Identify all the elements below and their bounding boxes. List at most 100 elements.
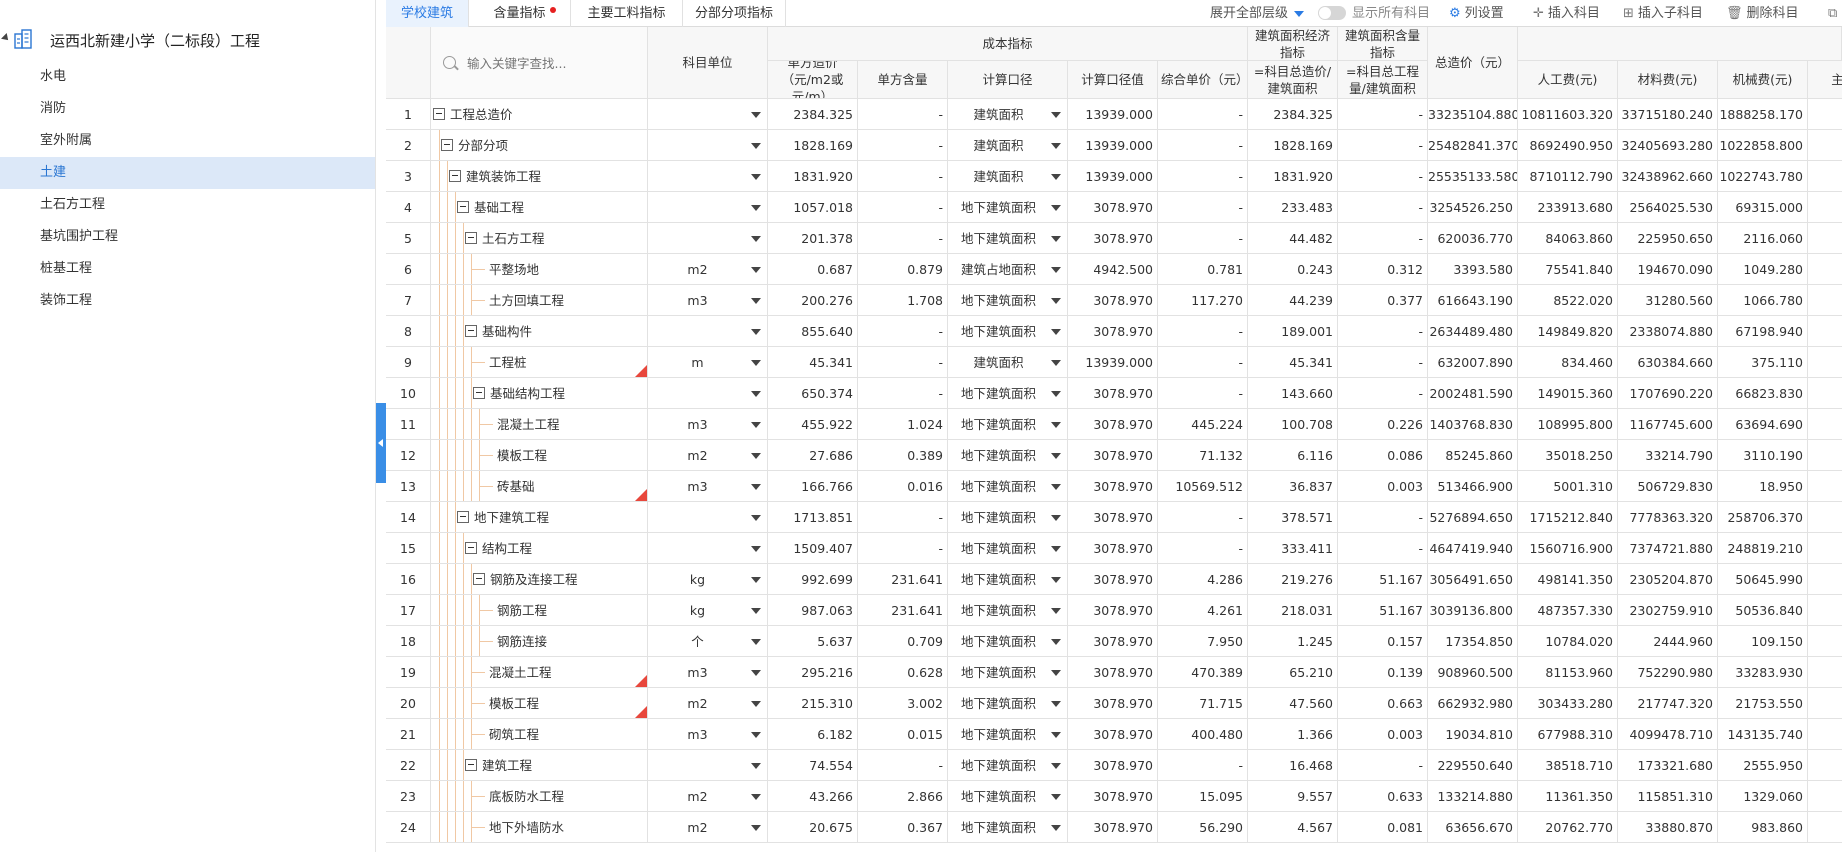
calc-basis-select[interactable]: 地下建筑面积 <box>948 781 1068 812</box>
collapse-node-icon[interactable] <box>441 139 453 151</box>
chevron-down-icon[interactable] <box>1051 298 1061 304</box>
unit-select[interactable]: kg <box>648 564 768 595</box>
collapse-node-icon[interactable] <box>465 759 477 771</box>
calc-basis-select[interactable]: 地下建筑面积 <box>948 812 1068 843</box>
chevron-down-icon[interactable] <box>1051 577 1061 583</box>
chevron-down-icon[interactable] <box>1051 825 1061 831</box>
insert-child-button[interactable]: ⊞ 插入子科目 <box>1623 0 1703 27</box>
unit-select[interactable]: m2 <box>648 812 768 843</box>
unit-select[interactable] <box>648 223 768 254</box>
chevron-down-icon[interactable] <box>751 546 761 552</box>
unit-select[interactable] <box>648 130 768 161</box>
chevron-down-icon[interactable] <box>751 453 761 459</box>
item-name[interactable]: 底板防水工程 <box>489 781 564 811</box>
unit-select[interactable]: m3 <box>648 657 768 688</box>
project-node[interactable]: 运西北新建小学（二标段）工程 <box>0 24 375 54</box>
collapse-node-icon[interactable] <box>449 170 461 182</box>
chevron-down-icon[interactable] <box>1051 484 1061 490</box>
tab-2[interactable]: 含量指标 <box>469 0 571 27</box>
unit-select[interactable]: m3 <box>648 285 768 316</box>
unit-select[interactable]: kg <box>648 595 768 626</box>
unit-select[interactable]: m3 <box>648 409 768 440</box>
sidebar-item[interactable]: 基坑围护工程 <box>0 221 375 253</box>
sidebar-item[interactable]: 土建 <box>0 157 375 189</box>
show-all-toggle[interactable] <box>1318 6 1346 20</box>
item-name[interactable]: 混凝土工程 <box>497 409 560 439</box>
calc-basis-select[interactable]: 地下建筑面积 <box>948 719 1068 750</box>
chevron-down-icon[interactable] <box>751 298 761 304</box>
search-input[interactable] <box>467 53 647 73</box>
calc-basis-select[interactable]: 地下建筑面积 <box>948 564 1068 595</box>
item-name[interactable]: 模板工程 <box>489 688 539 718</box>
item-name[interactable]: 分部分项 <box>458 130 508 160</box>
expand-all-levels-button[interactable]: 展开全部层级 <box>1210 0 1305 27</box>
chevron-down-icon[interactable] <box>751 329 761 335</box>
collapse-node-icon[interactable] <box>457 511 469 523</box>
sidebar-item[interactable]: 室外附属 <box>0 125 375 157</box>
chevron-down-icon[interactable] <box>751 360 761 366</box>
chevron-down-icon[interactable] <box>1051 143 1061 149</box>
unit-select[interactable]: 个 <box>648 626 768 657</box>
chevron-down-icon[interactable] <box>751 608 761 614</box>
tab-4[interactable]: 分部分项指标 <box>683 0 786 27</box>
item-name[interactable]: 平整场地 <box>489 254 539 284</box>
calc-basis-select[interactable]: 地下建筑面积 <box>948 502 1068 533</box>
chevron-down-icon[interactable] <box>1051 732 1061 738</box>
calc-basis-select[interactable]: 地下建筑面积 <box>948 688 1068 719</box>
sidebar-item[interactable]: 装饰工程 <box>0 285 375 317</box>
unit-select[interactable] <box>648 378 768 409</box>
calc-basis-select[interactable]: 地下建筑面积 <box>948 192 1068 223</box>
item-name[interactable]: 钢筋连接 <box>497 626 547 656</box>
item-name[interactable]: 建筑装饰工程 <box>466 161 541 191</box>
item-name[interactable]: 土方回填工程 <box>489 285 564 315</box>
chevron-down-icon[interactable] <box>1051 763 1061 769</box>
calc-basis-select[interactable]: 地下建筑面积 <box>948 533 1068 564</box>
calc-basis-select[interactable]: 地下建筑面积 <box>948 626 1068 657</box>
delete-item-button[interactable]: 🗑 删除科目 <box>1726 0 1799 27</box>
collapse-node-icon[interactable] <box>465 232 477 244</box>
item-name[interactable]: 模板工程 <box>497 440 547 470</box>
chevron-down-icon[interactable] <box>751 639 761 645</box>
sidebar-item[interactable]: 水电 <box>0 61 375 93</box>
calc-basis-select[interactable]: 地下建筑面积 <box>948 750 1068 781</box>
chevron-down-icon[interactable] <box>1051 422 1061 428</box>
item-name[interactable]: 钢筋工程 <box>497 595 547 625</box>
unit-select[interactable]: m2 <box>648 688 768 719</box>
chevron-down-icon[interactable] <box>751 267 761 273</box>
unit-select[interactable] <box>648 533 768 564</box>
unit-select[interactable]: m2 <box>648 440 768 471</box>
item-name[interactable]: 地下建筑工程 <box>474 502 549 532</box>
unit-select[interactable]: m2 <box>648 254 768 285</box>
chevron-down-icon[interactable] <box>751 701 761 707</box>
unit-select[interactable]: m2 <box>648 781 768 812</box>
chevron-down-icon[interactable] <box>1051 794 1061 800</box>
item-name[interactable]: 砌筑工程 <box>489 719 539 749</box>
tab-1[interactable]: 学校建筑 <box>386 0 469 27</box>
unit-select[interactable]: m3 <box>648 471 768 502</box>
chevron-down-icon[interactable] <box>751 112 761 118</box>
calc-basis-select[interactable]: 地下建筑面积 <box>948 657 1068 688</box>
item-name[interactable]: 土石方工程 <box>482 223 545 253</box>
chevron-down-icon[interactable] <box>751 732 761 738</box>
item-name[interactable]: 基础工程 <box>474 192 524 222</box>
chevron-down-icon[interactable] <box>751 174 761 180</box>
item-name[interactable]: 建筑工程 <box>482 750 532 780</box>
chevron-down-icon[interactable] <box>751 205 761 211</box>
chevron-down-icon[interactable] <box>751 794 761 800</box>
chevron-down-icon[interactable] <box>1051 236 1061 242</box>
chevron-down-icon[interactable] <box>1051 205 1061 211</box>
chevron-down-icon[interactable] <box>751 577 761 583</box>
item-name[interactable]: 砖基础 <box>497 471 535 501</box>
more-icon[interactable]: ⧉ <box>1828 0 1841 27</box>
calc-basis-select[interactable]: 地下建筑面积 <box>948 285 1068 316</box>
collapse-node-icon[interactable] <box>457 201 469 213</box>
chevron-down-icon[interactable] <box>751 391 761 397</box>
chevron-down-icon[interactable] <box>1051 329 1061 335</box>
item-name[interactable]: 地下外墙防水 <box>489 812 564 842</box>
calc-basis-select[interactable]: 建筑占地面积 <box>948 254 1068 285</box>
unit-select[interactable] <box>648 99 768 130</box>
calc-basis-select[interactable]: 地下建筑面积 <box>948 471 1068 502</box>
tab-3[interactable]: 主要工料指标 <box>571 0 683 27</box>
chevron-down-icon[interactable] <box>751 515 761 521</box>
item-name[interactable]: 工程桩 <box>489 347 527 377</box>
